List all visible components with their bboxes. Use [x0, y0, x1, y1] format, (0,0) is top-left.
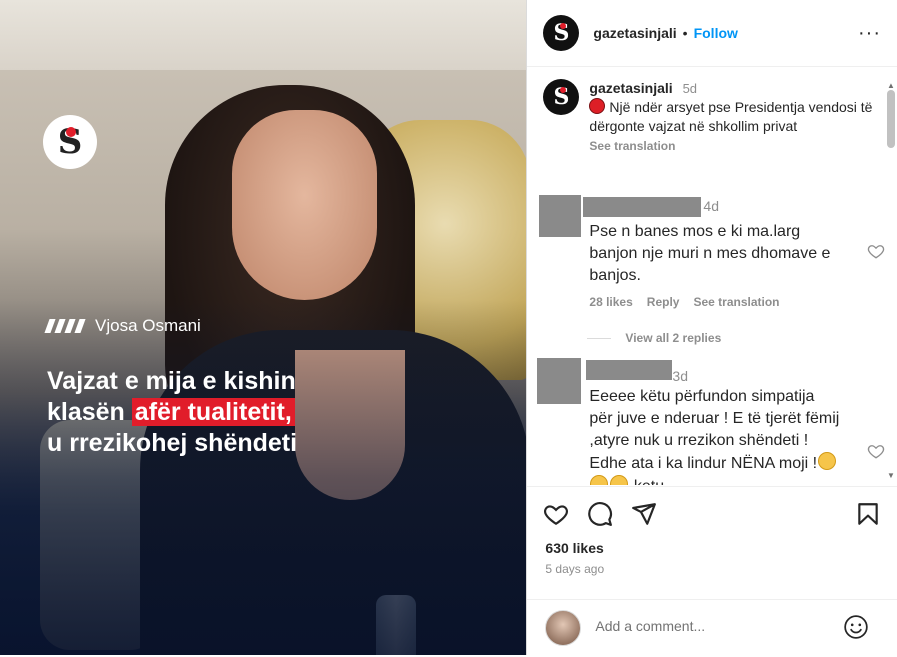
post-side-panel: S gazetasinjali • Follow ··· S gazetasin… — [526, 0, 897, 655]
comment-text: Eeeee këtu përfundon simpatija për juve … — [589, 386, 839, 485]
comment-username-redacted[interactable] — [583, 197, 702, 217]
comment-avatar-redacted[interactable] — [539, 195, 582, 237]
comment-likes[interactable]: 28 likes — [589, 295, 632, 309]
scroll-up-arrow-icon[interactable]: ▲ — [887, 82, 895, 90]
headline-highlight: afër tualitetit, — [131, 398, 295, 426]
comment-time: 3d — [672, 368, 688, 384]
caption-text: Një ndër arsyet pse Presidentja vendosi … — [589, 99, 873, 134]
brand-logo-badge: S — [43, 115, 97, 169]
overlay-name: Vjosa Osmani — [95, 316, 201, 335]
save-bookmark-icon[interactable] — [855, 501, 881, 527]
heart-icon[interactable] — [867, 442, 885, 460]
background-mantel — [0, 0, 527, 70]
comment-username-redacted[interactable] — [586, 360, 673, 380]
comment-text-after: ketu — [634, 478, 664, 485]
more-options-icon[interactable]: ··· — [858, 22, 881, 45]
action-icons — [543, 501, 881, 529]
add-comment-row — [527, 599, 897, 657]
headline-line-2-text: klasën — [47, 398, 125, 426]
header-username[interactable]: gazetasinjali — [593, 25, 676, 41]
view-replies-label[interactable]: View all 2 replies — [625, 331, 721, 345]
instagram-post: S Vjosa Osmani Vajzat e mija e kishin kl… — [0, 0, 897, 655]
brand-logo-dot — [66, 127, 76, 137]
scroll-down-arrow-icon[interactable]: ▼ — [887, 472, 895, 480]
follow-button[interactable]: Follow — [694, 25, 738, 41]
scrollbar-thumb[interactable] — [887, 90, 895, 148]
emoji-face-icon — [610, 475, 629, 485]
overlay-name-tag: Vjosa Osmani — [44, 316, 201, 336]
headline-line-2: klasën afër tualitetit, — [47, 397, 297, 428]
emoji-face-icon — [818, 452, 837, 470]
overlay-headline: Vajzat e mija e kishin klasën afër tuali… — [47, 366, 297, 459]
emoji-face-icon — [590, 475, 609, 485]
headline-line-3: u rrezikohej shëndeti — [47, 429, 298, 457]
likes-count[interactable]: 630 likes — [545, 540, 603, 556]
comment-time: 4d — [703, 198, 719, 214]
red-circle-emoji-icon — [589, 98, 606, 114]
comment-avatar-redacted[interactable] — [537, 358, 582, 404]
header-separator: • — [682, 25, 688, 41]
comment-reply-button[interactable]: Reply — [647, 295, 680, 309]
post-actions-bar: 630 likes 5 days ago — [527, 486, 897, 656]
add-comment-input[interactable] — [593, 617, 828, 635]
comment-actions: 28 likes Reply See translation — [589, 295, 779, 309]
current-user-avatar — [545, 610, 582, 646]
comment-text: Pse n banes mos e ki ma.larg banjon nje … — [589, 223, 831, 284]
comment-see-translation[interactable]: See translation — [693, 295, 779, 309]
caption-see-translation[interactable]: See translation — [589, 139, 675, 153]
comment-text-tail: NËNA moji ! — [730, 455, 818, 472]
like-heart-icon[interactable] — [543, 501, 569, 527]
post-age[interactable]: 5 days ago — [545, 562, 604, 576]
post-header: S gazetasinjali • Follow ··· — [527, 0, 897, 67]
comments-section[interactable]: S gazetasinjali 5d Një ndër arsyet pse P… — [527, 67, 897, 485]
caption-body: gazetasinjali 5d Një ndër arsyet pse Pre… — [589, 79, 873, 156]
comments-scrollbar[interactable]: ▲ ▼ — [887, 82, 895, 482]
stripes-icon — [44, 319, 86, 333]
account-avatar[interactable]: S — [543, 15, 580, 51]
replies-line — [587, 337, 612, 339]
gradient-overlay — [0, 300, 527, 655]
post-caption: S gazetasinjali 5d Një ndër arsyet pse P… — [543, 79, 873, 156]
subject-face — [232, 110, 377, 300]
comment-bubble-icon[interactable] — [587, 501, 613, 527]
view-replies-button[interactable]: View all 2 replies — [587, 331, 721, 345]
headline-line-1: Vajzat e mija e kishin — [47, 367, 296, 395]
caption-avatar[interactable]: S — [543, 79, 580, 115]
post-image[interactable]: S Vjosa Osmani Vajzat e mija e kishin kl… — [0, 0, 527, 655]
caption-time: 5d — [682, 81, 698, 96]
share-send-icon[interactable] — [631, 501, 657, 527]
caption-username[interactable]: gazetasinjali — [589, 80, 672, 96]
heart-icon[interactable] — [867, 242, 885, 260]
emoji-smile-icon[interactable] — [843, 614, 869, 640]
